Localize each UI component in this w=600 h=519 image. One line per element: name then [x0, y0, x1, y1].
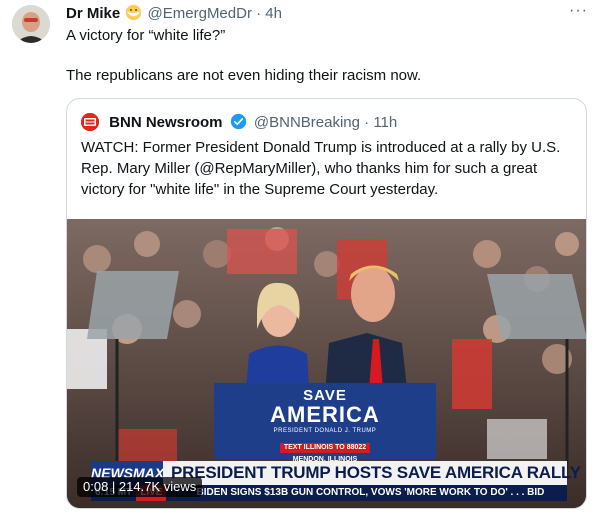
timestamp[interactable]: 4h — [265, 5, 282, 22]
tweet-text-line2: The republicans are not even hiding thei… — [66, 67, 422, 84]
author-name[interactable]: Dr Mike — [66, 5, 120, 22]
more-options-icon[interactable]: ··· — [569, 2, 588, 20]
video-views-badge: 0:08 | 214.7K views — [77, 477, 203, 497]
podium-line2: AMERICA — [270, 402, 380, 427]
video-player[interactable]: SAVE AMERICA PRESIDENT DONALD J. TRUMP T… — [67, 219, 586, 508]
quoted-tweet-header: BNN Newsroom @BNNBreaking · 11h — [81, 113, 397, 132]
podium-line3: PRESIDENT DONALD J. TRUMP — [273, 428, 377, 434]
podium-line4: TEXT ILLINOIS TO 88022 — [279, 443, 371, 453]
quoted-tweet-text: WATCH: Former President Donald Trump is … — [81, 139, 561, 198]
tweet-header: Dr Mike @EmergMedDr · 4h — [66, 4, 282, 23]
bnn-logo-icon — [81, 113, 99, 131]
quoted-timestamp[interactable]: 11h — [373, 114, 397, 131]
separator: · — [256, 5, 262, 22]
quoted-author-handle[interactable]: @BNNBreaking — [254, 114, 360, 131]
tweet-text-line1: A victory for “white life?” — [66, 27, 226, 44]
verified-badge-icon — [230, 113, 246, 130]
ticker-text: BIDEN SIGNS $13B GUN CONTROL, VOWS 'MORE… — [196, 487, 545, 498]
podium-sign: SAVE AMERICA PRESIDENT DONALD J. TRUMP T… — [214, 383, 436, 463]
quoted-separator: · — [364, 114, 370, 131]
quoted-author-name[interactable]: BNN Newsroom — [109, 114, 222, 131]
avatar[interactable] — [12, 5, 50, 43]
author-handle[interactable]: @EmergMedDr — [148, 5, 252, 22]
mask-emoji-icon — [126, 4, 142, 21]
lower-third-headline: PRESIDENT TRUMP HOSTS SAVE AMERICA RALLY — [171, 463, 581, 482]
quoted-tweet[interactable]: BNN Newsroom @BNNBreaking · 11h WATCH: F… — [66, 98, 587, 509]
